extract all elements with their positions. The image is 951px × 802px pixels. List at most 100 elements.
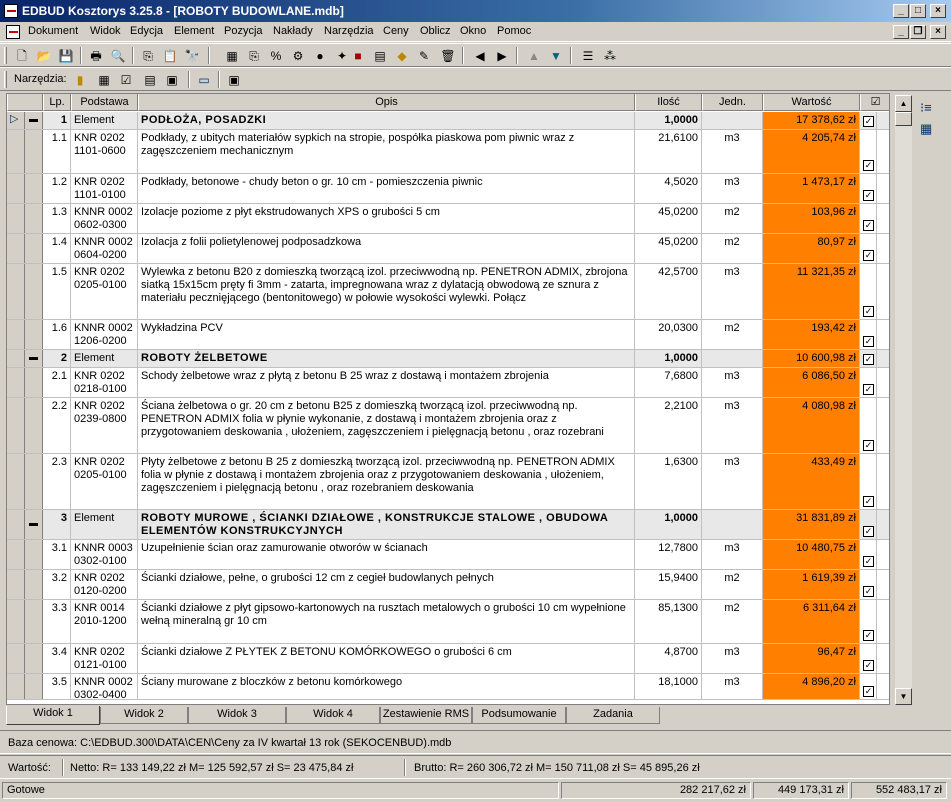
- header-opis[interactable]: Opis: [138, 94, 635, 111]
- table-row[interactable]: 1.5 KNR 0202 0205-0100 Wylewka z betonu B2…: [7, 264, 889, 320]
- row-checkbox[interactable]: ✓: [863, 336, 874, 347]
- coins-icon[interactable]: ●: [312, 48, 328, 64]
- document-icon[interactable]: [6, 25, 20, 39]
- cell-check[interactable]: ✓: [860, 454, 877, 509]
- expand-cell[interactable]: [25, 540, 43, 569]
- menu-narzedzia[interactable]: Narzędzia: [324, 25, 374, 37]
- delete-icon[interactable]: 🗑: [440, 48, 456, 64]
- row-checkbox[interactable]: ✓: [863, 250, 874, 261]
- collapse-icon[interactable]: [29, 523, 38, 526]
- table-row[interactable]: 3.4 KNR 0202 0121-0100 Ścianki działowe Z …: [7, 644, 889, 674]
- maximize-button[interactable]: □: [910, 4, 926, 18]
- table-row[interactable]: 1.2 KNR 0202 1101-0100 Podkłady, betonowe …: [7, 174, 889, 204]
- expand-cell[interactable]: [25, 320, 43, 349]
- arrow-up-icon[interactable]: ▲: [526, 48, 542, 64]
- row-checkbox[interactable]: ✓: [863, 440, 874, 451]
- collapse-icon[interactable]: [29, 119, 38, 122]
- magic-icon[interactable]: ✦: [334, 48, 350, 64]
- print-icon[interactable]: 🖶: [88, 48, 104, 64]
- cell-check[interactable]: ✓: [860, 368, 877, 397]
- expand-cell[interactable]: [25, 234, 43, 263]
- paste-icon[interactable]: 📋: [162, 48, 178, 64]
- tree-icon[interactable]: ⁂: [602, 48, 618, 64]
- row-indicator[interactable]: [7, 368, 25, 397]
- table-row[interactable]: 3.1 KNNR 0003 0302-0100 Uzupełnienie ścian…: [7, 540, 889, 570]
- element-row[interactable]: 2 Element ROBOTY ŻELBETOWE 1,0000 10 600,98 …: [7, 350, 889, 368]
- row-checkbox[interactable]: ✓: [863, 660, 874, 671]
- tab-widok-4[interactable]: Widok 4: [286, 707, 380, 724]
- table-row[interactable]: 3.5 KNNR 0002 0302-0400 Ściany murowane z …: [7, 674, 889, 700]
- arrow-down-icon[interactable]: ▼: [548, 48, 564, 64]
- row-indicator[interactable]: [7, 600, 25, 643]
- table-row[interactable]: 1.1 KNR 0202 1101-0600 Podkłady, z ubitych…: [7, 130, 889, 174]
- row-indicator[interactable]: [7, 264, 25, 319]
- table-row[interactable]: 3.3 KNR 0014 2010-1200 Ścianki działowe z …: [7, 600, 889, 644]
- export-tool-icon[interactable]: ▣: [226, 72, 242, 88]
- header-wartosc[interactable]: Wartość: [763, 94, 860, 111]
- new-icon[interactable]: 🗋: [14, 48, 30, 64]
- monitor-tool-icon[interactable]: ▭: [196, 72, 212, 88]
- menu-naklady[interactable]: Nakłady: [273, 25, 313, 37]
- cell-check[interactable]: ✓: [860, 674, 877, 699]
- element-row[interactable]: 3 Element ROBOTY MUROWE , ŚCIANKI DZIAŁOWE…: [7, 510, 889, 540]
- tab-widok-2[interactable]: Widok 2: [100, 707, 188, 724]
- open-icon[interactable]: 📂: [36, 48, 52, 64]
- row-checkbox[interactable]: ✓: [863, 306, 874, 317]
- expand-cell[interactable]: [25, 368, 43, 397]
- vertical-scrollbar[interactable]: ▲ ▼: [895, 95, 912, 705]
- row-checkbox[interactable]: ✓: [863, 220, 874, 231]
- expand-cell[interactable]: [25, 510, 43, 539]
- expand-cell[interactable]: [25, 204, 43, 233]
- menu-edycja[interactable]: Edycja: [130, 25, 163, 37]
- row-checkbox[interactable]: ✓: [863, 496, 874, 507]
- row-indicator[interactable]: ▷: [7, 112, 25, 129]
- mdi-close-button[interactable]: ×: [930, 25, 946, 39]
- row-checkbox[interactable]: ✓: [863, 354, 874, 365]
- menu-okno[interactable]: Okno: [460, 25, 486, 37]
- row-indicator[interactable]: [7, 204, 25, 233]
- menu-oblicz[interactable]: Oblicz: [420, 25, 451, 37]
- row-checkbox[interactable]: ✓: [863, 160, 874, 171]
- copy-prices-icon[interactable]: ⎘: [246, 48, 262, 64]
- copy-icon[interactable]: ⎘: [140, 48, 156, 64]
- edit-icon[interactable]: ✎: [416, 48, 432, 64]
- scroll-down-button[interactable]: ▼: [895, 688, 912, 705]
- cell-check[interactable]: ✓: [860, 570, 877, 599]
- cell-check[interactable]: ✓: [860, 130, 877, 173]
- cell-check[interactable]: ✓: [860, 398, 877, 453]
- cell-check[interactable]: ✓: [860, 510, 877, 539]
- cell-check[interactable]: ✓: [860, 320, 877, 349]
- expand-cell[interactable]: [25, 174, 43, 203]
- list-icon[interactable]: ☰: [580, 48, 596, 64]
- table-row[interactable]: 1.3 KNNR 0002 0602-0300 Izolacje poziome z…: [7, 204, 889, 234]
- header-lp[interactable]: Lp.: [43, 94, 71, 111]
- row-indicator[interactable]: [7, 174, 25, 203]
- tab-podsumowanie[interactable]: Podsumowanie: [472, 707, 566, 724]
- tab-zestawienie-rms[interactable]: Zestawienie RMS: [380, 707, 472, 724]
- expand-cell[interactable]: [25, 454, 43, 509]
- find-icon[interactable]: 🔭: [184, 48, 200, 64]
- header-ilosc[interactable]: Ilość: [635, 94, 702, 111]
- scroll-thumb[interactable]: [895, 112, 912, 126]
- tools-icon[interactable]: ⚙: [290, 48, 306, 64]
- mdi-minimize-button[interactable]: _: [893, 25, 909, 39]
- tab-widok-3[interactable]: Widok 3: [188, 707, 286, 724]
- cell-check[interactable]: ✓: [860, 234, 877, 263]
- row-indicator[interactable]: [7, 540, 25, 569]
- header-check[interactable]: ☑: [860, 94, 889, 111]
- cell-check[interactable]: ✓: [860, 540, 877, 569]
- book-icon[interactable]: ■: [350, 48, 366, 64]
- cell-check[interactable]: ✓: [860, 112, 877, 129]
- row-checkbox[interactable]: ✓: [863, 384, 874, 395]
- expand-cell[interactable]: [25, 674, 43, 699]
- coins-tool-icon[interactable]: ▮: [72, 72, 88, 88]
- row-checkbox[interactable]: ✓: [863, 116, 874, 127]
- mdi-restore-button[interactable]: ❐: [910, 25, 926, 39]
- row-checkbox[interactable]: ✓: [863, 630, 874, 641]
- row-indicator[interactable]: [7, 570, 25, 599]
- row-checkbox[interactable]: ✓: [863, 526, 874, 537]
- row-indicator[interactable]: [7, 454, 25, 509]
- row-checkbox[interactable]: ✓: [863, 686, 874, 697]
- cell-check[interactable]: ✓: [860, 264, 877, 319]
- cell-check[interactable]: ✓: [860, 204, 877, 233]
